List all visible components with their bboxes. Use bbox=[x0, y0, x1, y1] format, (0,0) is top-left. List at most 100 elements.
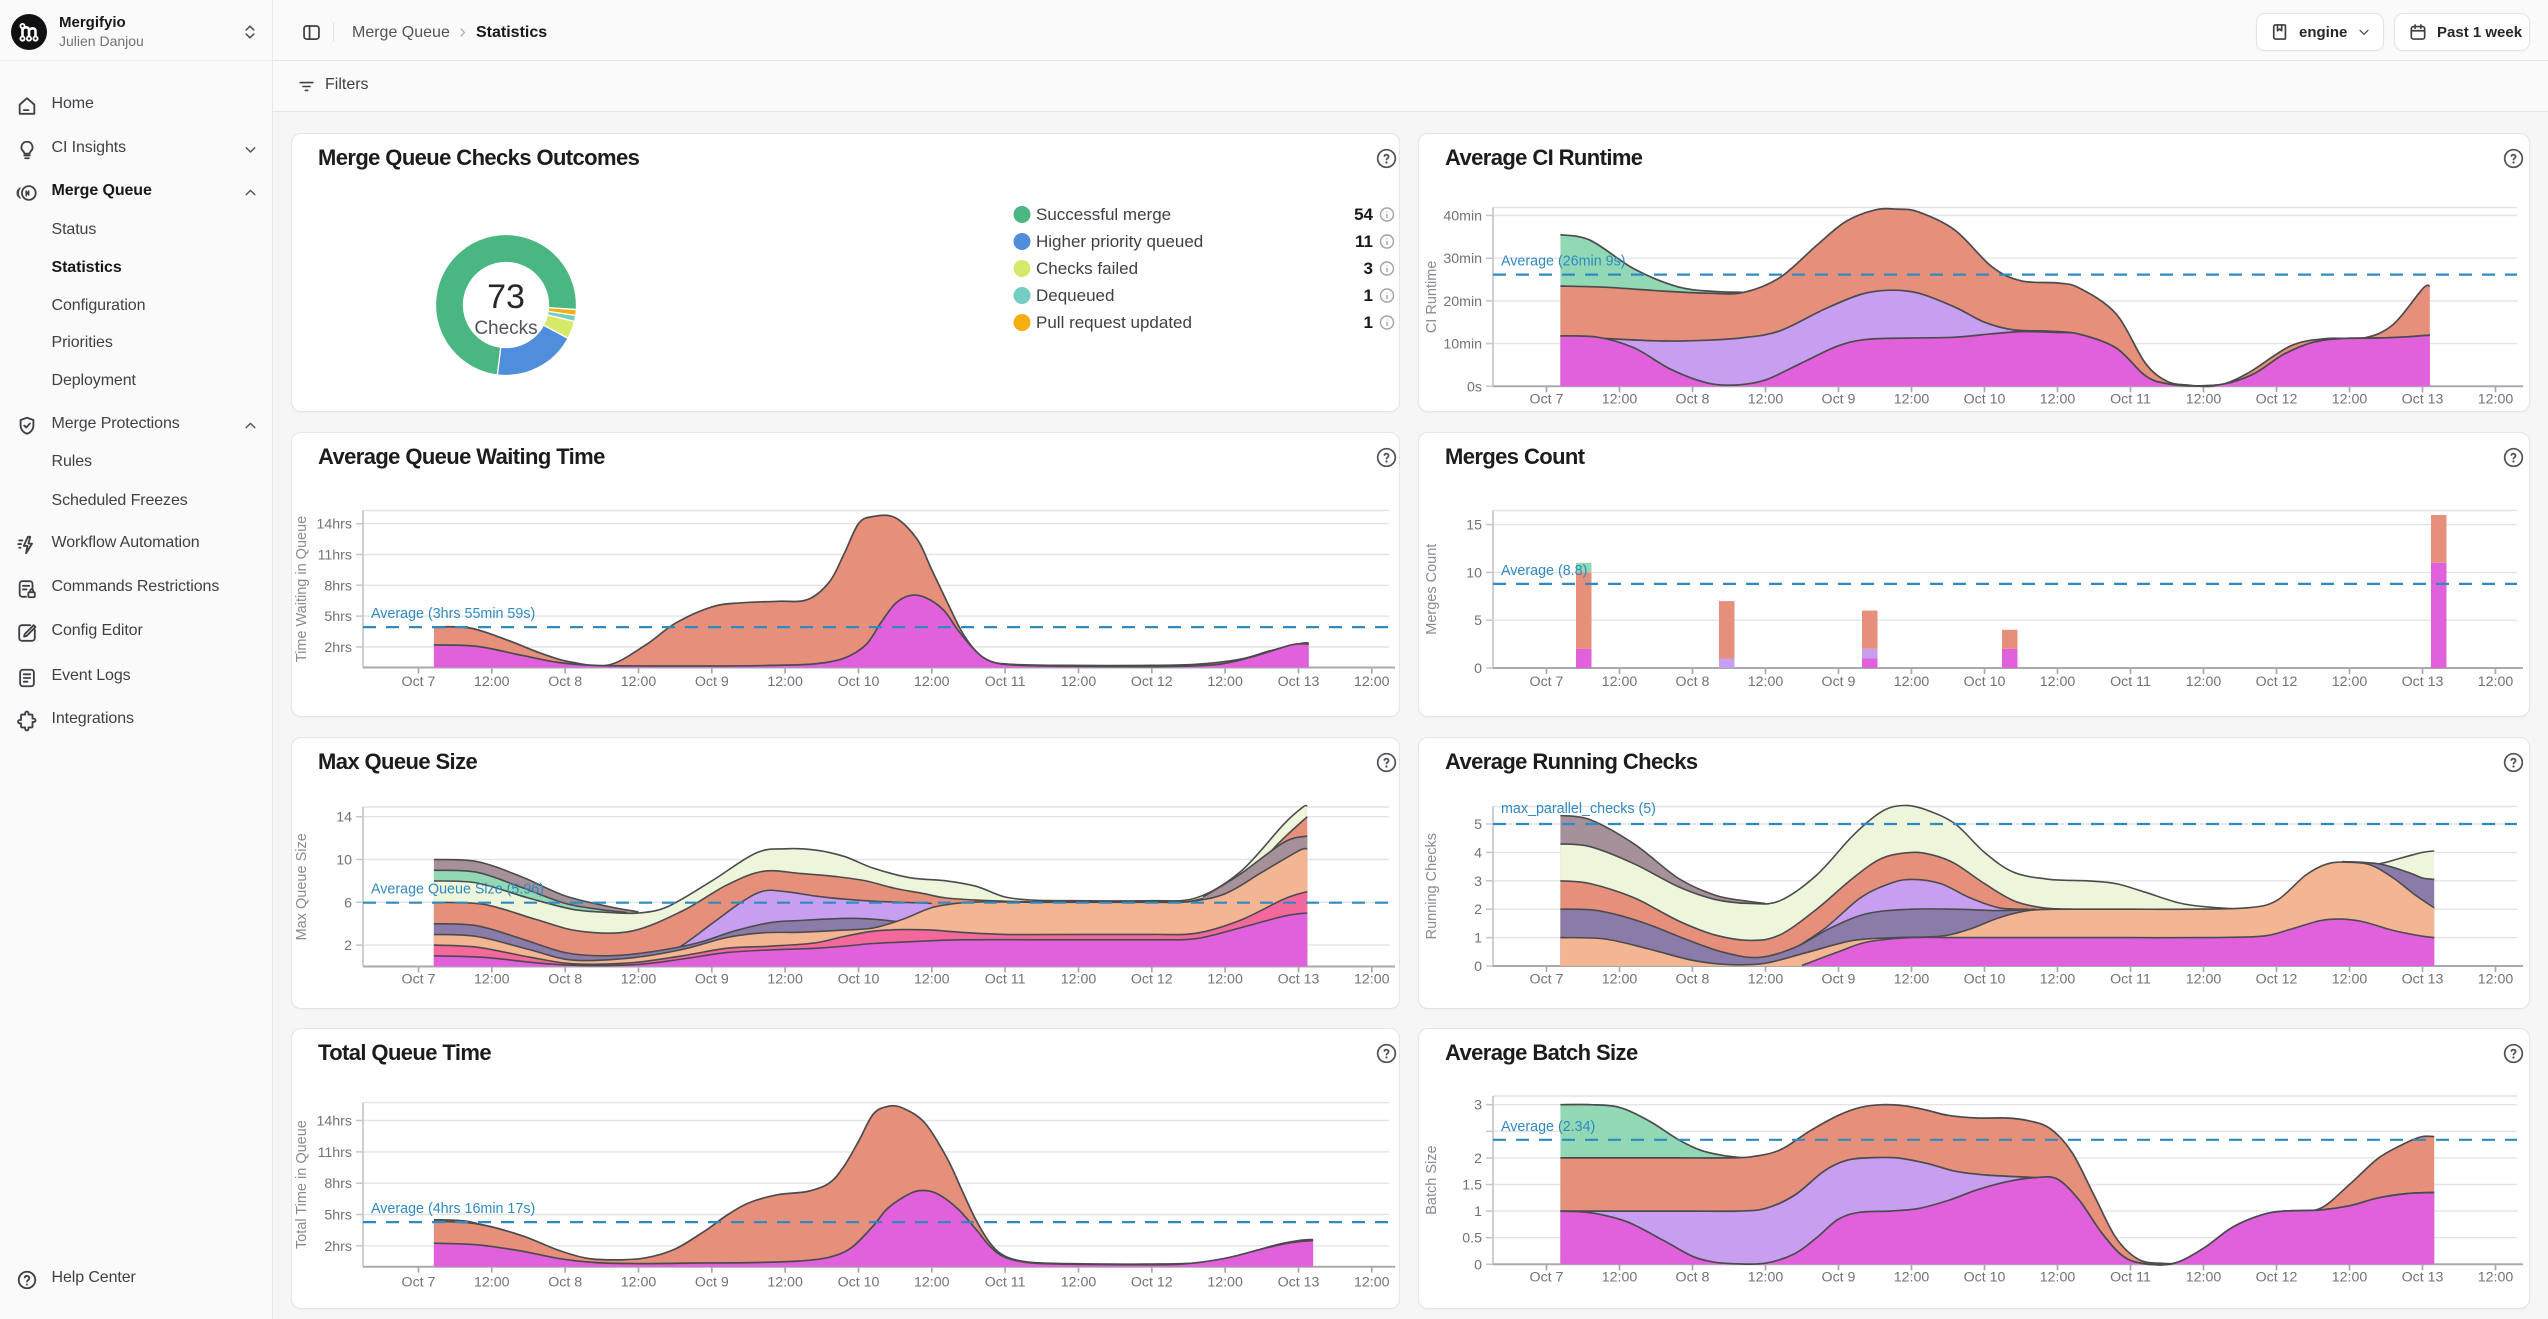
svg-text:12:00: 12:00 bbox=[1207, 1275, 1243, 1291]
svg-text:Running Checks: Running Checks bbox=[1424, 833, 1440, 939]
svg-text:8hrs: 8hrs bbox=[324, 578, 352, 594]
svg-text:Oct 11: Oct 11 bbox=[985, 674, 1026, 690]
svg-text:12:00: 12:00 bbox=[1894, 674, 1930, 690]
svg-text:2: 2 bbox=[344, 938, 352, 954]
svg-text:Oct 13: Oct 13 bbox=[1278, 1275, 1320, 1291]
svg-text:11hrs: 11hrs bbox=[318, 548, 352, 564]
svg-text:Oct 7: Oct 7 bbox=[1530, 972, 1564, 988]
svg-text:1.5: 1.5 bbox=[1462, 1178, 1482, 1194]
svg-text:5hrs: 5hrs bbox=[324, 1208, 352, 1224]
svg-text:Oct 8: Oct 8 bbox=[548, 1275, 582, 1291]
svg-text:12:00: 12:00 bbox=[1354, 674, 1390, 690]
svg-text:Oct 12: Oct 12 bbox=[1131, 972, 1173, 988]
svg-text:Oct 7: Oct 7 bbox=[402, 674, 436, 690]
svg-text:Oct 10: Oct 10 bbox=[1964, 674, 2006, 690]
svg-text:Oct 10: Oct 10 bbox=[838, 1275, 880, 1291]
svg-text:Oct 8: Oct 8 bbox=[548, 972, 582, 988]
svg-text:12:00: 12:00 bbox=[2040, 972, 2076, 988]
svg-text:12:00: 12:00 bbox=[2186, 674, 2222, 690]
svg-text:12:00: 12:00 bbox=[914, 972, 950, 988]
svg-text:1: 1 bbox=[1474, 1204, 1482, 1220]
svg-text:Oct 10: Oct 10 bbox=[838, 972, 880, 988]
svg-text:Oct 9: Oct 9 bbox=[695, 674, 729, 690]
svg-text:Pull request updated: Pull request updated bbox=[1036, 313, 1192, 332]
svg-text:12:00: 12:00 bbox=[2478, 674, 2514, 690]
svg-text:0: 0 bbox=[1474, 661, 1482, 677]
svg-text:73: 73 bbox=[487, 278, 525, 316]
svg-text:Checks: Checks bbox=[474, 318, 537, 339]
svg-text:12:00: 12:00 bbox=[474, 1275, 510, 1291]
svg-text:12:00: 12:00 bbox=[2040, 392, 2076, 408]
svg-text:Average (3hrs 55min 59s): Average (3hrs 55min 59s) bbox=[371, 606, 535, 622]
svg-text:Oct 13: Oct 13 bbox=[2402, 1270, 2444, 1286]
svg-text:12:00: 12:00 bbox=[2478, 392, 2514, 408]
svg-text:14hrs: 14hrs bbox=[317, 517, 353, 533]
svg-text:0s: 0s bbox=[1467, 379, 1482, 395]
svg-text:2: 2 bbox=[1474, 902, 1482, 918]
svg-text:Higher priority queued: Higher priority queued bbox=[1036, 232, 1203, 251]
svg-text:12:00: 12:00 bbox=[767, 674, 803, 690]
svg-text:12:00: 12:00 bbox=[1061, 1275, 1097, 1291]
svg-text:12:00: 12:00 bbox=[2478, 972, 2514, 988]
svg-text:14: 14 bbox=[336, 810, 352, 826]
svg-text:1: 1 bbox=[1474, 931, 1482, 947]
svg-text:12:00: 12:00 bbox=[474, 674, 510, 690]
svg-text:12:00: 12:00 bbox=[1748, 674, 1784, 690]
svg-text:14hrs: 14hrs bbox=[317, 1114, 353, 1130]
svg-text:Max Queue Size: Max Queue Size bbox=[294, 833, 310, 940]
svg-text:12:00: 12:00 bbox=[2186, 972, 2222, 988]
svg-text:12:00: 12:00 bbox=[2186, 1270, 2222, 1286]
svg-text:Successful merge: Successful merge bbox=[1036, 205, 1171, 224]
svg-text:12:00: 12:00 bbox=[1894, 392, 1930, 408]
svg-text:Oct 10: Oct 10 bbox=[838, 674, 880, 690]
svg-text:Oct 12: Oct 12 bbox=[2256, 392, 2298, 408]
svg-text:12:00: 12:00 bbox=[621, 1275, 657, 1291]
svg-text:2hrs: 2hrs bbox=[324, 640, 352, 656]
svg-text:Average (8.8): Average (8.8) bbox=[1501, 563, 1587, 579]
svg-text:12:00: 12:00 bbox=[767, 1275, 803, 1291]
svg-text:Oct 11: Oct 11 bbox=[2110, 1270, 2151, 1286]
svg-text:12:00: 12:00 bbox=[2332, 972, 2368, 988]
svg-text:Oct 9: Oct 9 bbox=[1822, 674, 1856, 690]
svg-text:12:00: 12:00 bbox=[1354, 972, 1390, 988]
svg-text:Oct 12: Oct 12 bbox=[2256, 1270, 2298, 1286]
svg-text:Average (4hrs 16min 17s): Average (4hrs 16min 17s) bbox=[371, 1201, 535, 1217]
svg-text:2: 2 bbox=[1474, 1151, 1482, 1167]
svg-text:5: 5 bbox=[1474, 817, 1482, 833]
svg-text:Oct 12: Oct 12 bbox=[2256, 674, 2298, 690]
svg-text:Time Waiting in Queue: Time Waiting in Queue bbox=[294, 516, 310, 662]
svg-text:10: 10 bbox=[1466, 565, 1482, 581]
svg-text:Oct 13: Oct 13 bbox=[1278, 972, 1320, 988]
svg-text:Oct 9: Oct 9 bbox=[1822, 972, 1856, 988]
svg-text:Oct 10: Oct 10 bbox=[1964, 1270, 2006, 1286]
svg-text:Oct 11: Oct 11 bbox=[985, 1275, 1026, 1291]
svg-text:12:00: 12:00 bbox=[2332, 674, 2368, 690]
svg-text:12:00: 12:00 bbox=[1207, 674, 1243, 690]
svg-text:Total Time in Queue: Total Time in Queue bbox=[294, 1120, 310, 1249]
svg-text:max_parallel_checks (5): max_parallel_checks (5) bbox=[1501, 801, 1656, 817]
svg-text:12:00: 12:00 bbox=[2040, 1270, 2076, 1286]
svg-text:10min: 10min bbox=[1443, 337, 1482, 353]
svg-text:12:00: 12:00 bbox=[2332, 1270, 2368, 1286]
svg-text:30min: 30min bbox=[1443, 251, 1482, 267]
svg-text:15: 15 bbox=[1466, 518, 1482, 534]
svg-text:Merges Count: Merges Count bbox=[1424, 544, 1440, 635]
svg-text:Oct 8: Oct 8 bbox=[1676, 392, 1710, 408]
svg-text:6: 6 bbox=[344, 895, 352, 911]
svg-text:CI Runtime: CI Runtime bbox=[1424, 261, 1440, 334]
svg-text:Oct 8: Oct 8 bbox=[1676, 1270, 1710, 1286]
svg-text:40min: 40min bbox=[1443, 209, 1482, 225]
svg-text:4: 4 bbox=[1474, 845, 1482, 861]
svg-text:Oct 13: Oct 13 bbox=[2402, 674, 2444, 690]
svg-text:Oct 7: Oct 7 bbox=[1530, 392, 1564, 408]
svg-text:Oct 9: Oct 9 bbox=[1822, 392, 1856, 408]
svg-text:3: 3 bbox=[1364, 259, 1373, 278]
svg-text:12:00: 12:00 bbox=[1061, 972, 1097, 988]
svg-text:12:00: 12:00 bbox=[2478, 1270, 2514, 1286]
svg-text:5: 5 bbox=[1474, 613, 1482, 629]
svg-text:0: 0 bbox=[1474, 1257, 1482, 1273]
svg-text:0: 0 bbox=[1474, 959, 1482, 975]
svg-text:12:00: 12:00 bbox=[914, 674, 950, 690]
svg-text:3: 3 bbox=[1474, 874, 1482, 890]
svg-text:12:00: 12:00 bbox=[1894, 972, 1930, 988]
